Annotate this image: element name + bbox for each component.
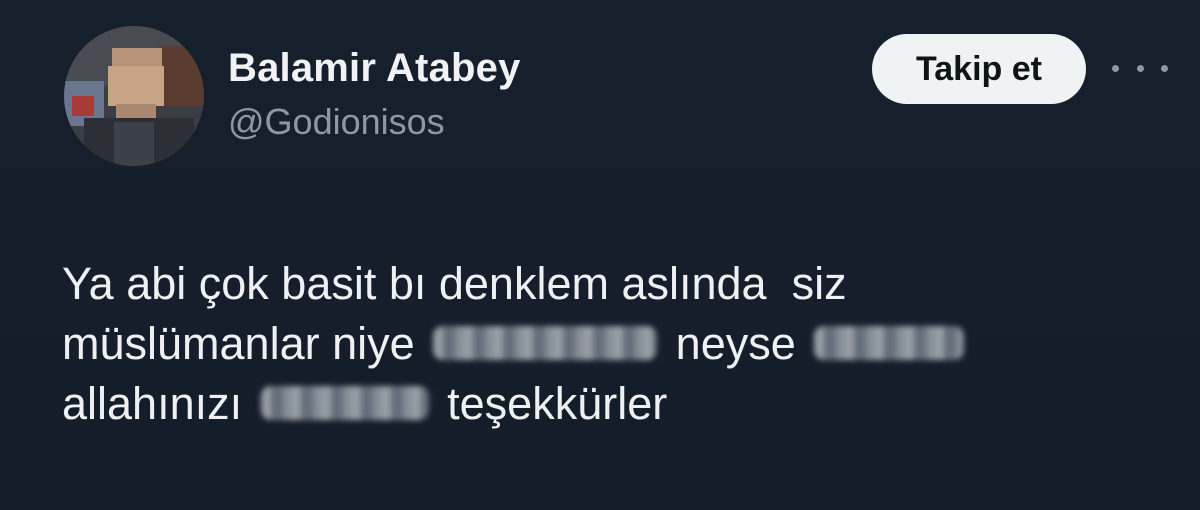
avatar-image bbox=[64, 26, 204, 166]
tweet-card: Balamir Atabey @Godionisos Takip et Ya a… bbox=[0, 0, 1200, 510]
censored-word bbox=[814, 326, 965, 361]
text-segment: müslümanlar niye bbox=[62, 318, 415, 369]
tweet-text-line-1: Ya abi çok basit bı denklem aslında siz bbox=[62, 258, 847, 309]
user-handle[interactable]: @Godionisos bbox=[228, 100, 521, 144]
censored-word bbox=[260, 386, 429, 421]
display-name[interactable]: Balamir Atabey bbox=[228, 44, 521, 92]
text-segment: teşekkürler bbox=[447, 378, 668, 429]
author-info: Balamir Atabey @Godionisos bbox=[228, 44, 521, 144]
censored-word bbox=[433, 326, 658, 361]
tweet-text-line-3: allahınızı teşekkürler bbox=[62, 374, 1162, 434]
text-segment: allahınızı bbox=[62, 378, 243, 429]
text-segment: neyse bbox=[675, 318, 796, 369]
avatar[interactable] bbox=[64, 26, 204, 166]
tweet-text: Ya abi çok basit bı denklem aslında siz … bbox=[62, 254, 1162, 434]
dot bbox=[1161, 64, 1168, 72]
ellipsis-icon[interactable] bbox=[1112, 56, 1168, 80]
dot bbox=[1136, 64, 1144, 72]
follow-button[interactable]: Takip et bbox=[872, 34, 1086, 104]
tweet-text-line-2: müslümanlar niye neyse bbox=[62, 314, 1162, 374]
dot bbox=[1112, 64, 1119, 72]
